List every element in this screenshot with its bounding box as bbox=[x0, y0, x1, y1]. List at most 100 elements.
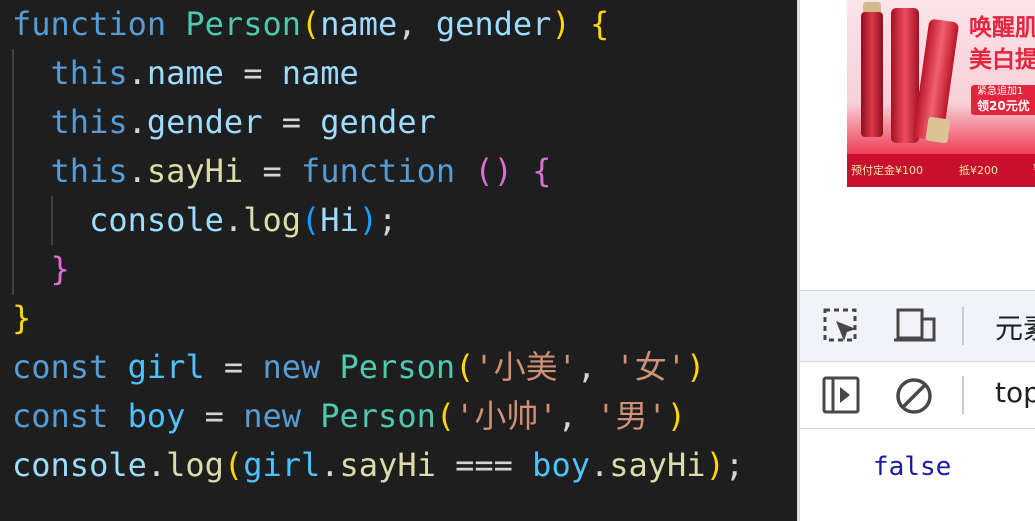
code-token: sayHi bbox=[609, 446, 706, 484]
code-token: const bbox=[12, 348, 109, 386]
ad-headline: 唤醒肌 bbox=[969, 15, 1035, 41]
code-line[interactable]: this.name = name bbox=[12, 49, 359, 98]
code-token: Person bbox=[339, 348, 456, 386]
code-token: ( bbox=[300, 201, 321, 239]
code-token: ; bbox=[724, 446, 745, 484]
code-line[interactable]: console.log(girl.sayHi === boy.sayHi); bbox=[12, 441, 744, 490]
code-token: log bbox=[243, 201, 301, 239]
code-token: function bbox=[300, 152, 456, 190]
code-token: sayHi bbox=[146, 152, 244, 190]
code-line[interactable]: this.sayHi = function () { bbox=[12, 147, 552, 196]
ad-price-bar: 预付定金¥100 抵¥200 ¥5 bbox=[847, 154, 1035, 187]
code-token: = bbox=[262, 103, 321, 141]
code-token: , bbox=[397, 5, 436, 43]
code-token: Person bbox=[185, 5, 301, 43]
console-toolbar: top bbox=[800, 362, 1035, 429]
code-token: this bbox=[50, 152, 128, 190]
code-token: '小美' bbox=[474, 348, 577, 386]
ad-promo-line2: 领20元优 bbox=[977, 99, 1030, 113]
cream-tube-cap-image bbox=[925, 116, 951, 144]
code-token: . bbox=[223, 201, 244, 239]
code-token: girl bbox=[127, 348, 205, 386]
advertisement-banner[interactable]: 唤醒肌 美白提 紧急追加1 领20元优 预付定金¥100 抵¥200 ¥5 bbox=[847, 0, 1035, 187]
ad-promo-box: 紧急追加1 领20元优 bbox=[971, 85, 1035, 115]
code-token: ( bbox=[455, 348, 475, 386]
code-token: gender bbox=[146, 103, 263, 141]
code-token: ) bbox=[686, 348, 706, 386]
code-token: = bbox=[185, 397, 244, 435]
code-token: ( bbox=[300, 5, 321, 43]
context-selector[interactable]: top bbox=[995, 376, 1035, 409]
code-line[interactable]: function Person(name, gender) { bbox=[12, 0, 609, 49]
code-token: ) bbox=[705, 446, 725, 484]
code-token: log bbox=[166, 446, 224, 484]
code-token: name bbox=[281, 54, 359, 92]
code-token: '小帅' bbox=[455, 397, 558, 435]
code-token: console bbox=[12, 446, 147, 484]
select-element-icon[interactable] bbox=[822, 307, 860, 345]
code-token: . bbox=[127, 54, 147, 92]
code-token: . bbox=[320, 446, 340, 484]
code-token: boy bbox=[127, 397, 186, 435]
code-line[interactable]: console.log(Hi); bbox=[12, 196, 397, 245]
browser-pane: 唤醒肌 美白提 紧急追加1 领20元优 预付定金¥100 抵¥200 ¥5 元素 bbox=[800, 0, 1035, 521]
code-line[interactable]: } bbox=[12, 245, 70, 294]
code-token: . bbox=[127, 103, 147, 141]
code-editor[interactable]: function Person(name, gender) { this.nam… bbox=[0, 0, 797, 521]
code-line[interactable]: const boy = new Person('小帅', '男') bbox=[12, 392, 686, 441]
code-line[interactable]: const girl = new Person('小美', '女') bbox=[12, 343, 705, 392]
code-token: '女' bbox=[615, 348, 686, 386]
code-line[interactable]: this.gender = gender bbox=[12, 98, 436, 147]
ad-deposit-label: 预付定金¥100 bbox=[851, 164, 923, 177]
code-token: girl bbox=[243, 446, 321, 484]
code-token: gender bbox=[435, 5, 552, 43]
code-token: () bbox=[474, 152, 513, 190]
device-toolbar-icon[interactable] bbox=[892, 307, 938, 345]
code-token: . bbox=[146, 446, 167, 484]
devtools-main-toolbar: 元素 bbox=[800, 290, 1035, 362]
code-token: ) bbox=[358, 201, 379, 239]
clear-console-icon[interactable] bbox=[894, 376, 934, 416]
code-token: new bbox=[262, 348, 321, 386]
code-token: name bbox=[320, 5, 398, 43]
code-token: name bbox=[146, 54, 224, 92]
sidebar-toggle-icon[interactable] bbox=[822, 376, 860, 414]
tab-elements[interactable]: 元素 bbox=[995, 307, 1035, 347]
code-token: , bbox=[557, 397, 597, 435]
code-token: { bbox=[589, 5, 610, 43]
code-token: gender bbox=[320, 103, 436, 141]
code-token: console bbox=[89, 201, 224, 239]
code-token: ( bbox=[223, 446, 244, 484]
code-token: boy bbox=[532, 446, 590, 484]
code-token: . bbox=[589, 446, 610, 484]
code-token: this bbox=[50, 54, 128, 92]
code-token: new bbox=[243, 397, 301, 435]
console-output-value: false bbox=[873, 452, 952, 482]
code-token: = bbox=[223, 54, 282, 92]
code-token: const bbox=[12, 397, 109, 435]
code-token: } bbox=[50, 250, 70, 288]
code-token: ; bbox=[378, 201, 398, 239]
code-token: '男' bbox=[596, 397, 667, 435]
code-token: sayHi bbox=[339, 446, 436, 484]
ad-offset-label: 抵¥200 bbox=[959, 164, 998, 177]
code-token: === bbox=[435, 446, 533, 484]
code-token: Hi bbox=[320, 201, 359, 239]
code-line[interactable]: } bbox=[12, 294, 31, 343]
code-token: function bbox=[12, 5, 167, 43]
serum-bottle-image bbox=[861, 12, 883, 137]
toolbar-separator bbox=[962, 376, 964, 414]
code-token: . bbox=[127, 152, 147, 190]
code-token: ) bbox=[551, 5, 571, 43]
code-token: = bbox=[243, 152, 301, 190]
